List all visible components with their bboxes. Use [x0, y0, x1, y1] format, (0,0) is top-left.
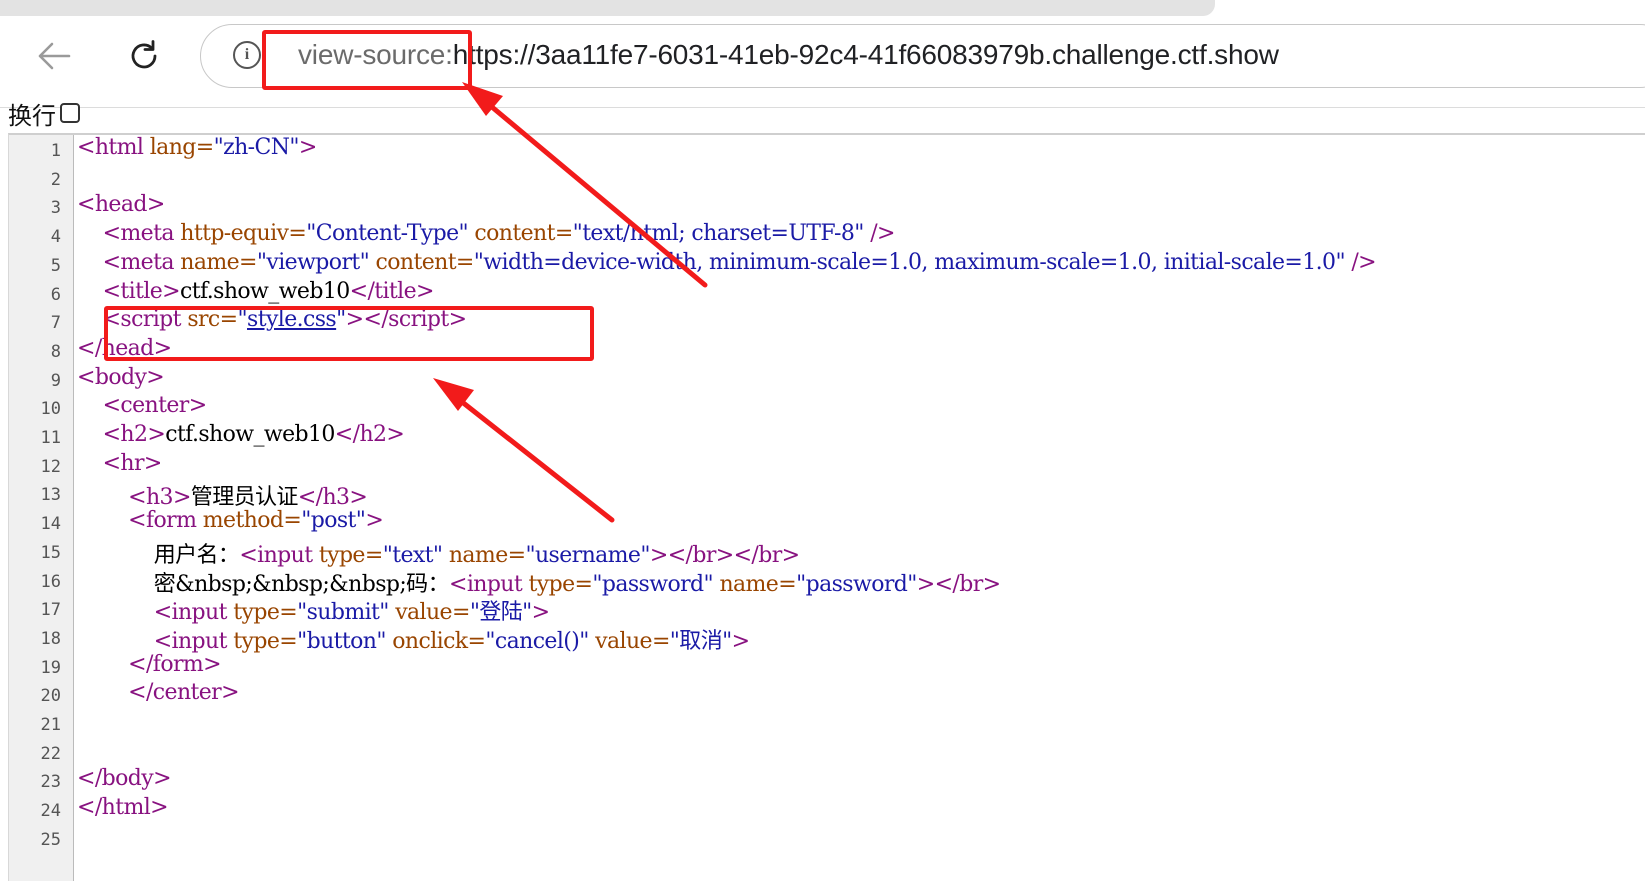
- source-line-content: <input type="button" onclick="cancel()" …: [153, 628, 750, 654]
- source-line-content: 密&nbsp;&nbsp;&nbsp;码：<input type="passwo…: [77, 571, 1001, 597]
- line-number: 24: [40, 801, 61, 822]
- source-line: 20 </center>: [9, 680, 1645, 709]
- source-line: 15 用户名：<input type="text" name="username…: [9, 537, 1645, 568]
- line-number: 11: [40, 428, 61, 448]
- source-line: 16 密&nbsp;&nbsp;&nbsp;码：<input type="pas…: [9, 566, 1645, 597]
- browser-toolbar: i view-source:https://3aa11fe7-6031-41eb…: [0, 20, 1645, 108]
- source-line: 8 </head>: [9, 336, 1645, 365]
- active-tab[interactable]: [0, 0, 1215, 16]
- source-line-content: <body>: [77, 364, 165, 390]
- source-line-content: <input type="submit" value="登陆">: [153, 600, 550, 626]
- source-line: 7 <script src="style.css"></script>: [9, 307, 1645, 336]
- tab-strip: [0, 0, 1645, 20]
- source-view: 1 <html lang="zh-CN"> 2 3 <head> 4 <meta http…: [8, 133, 1645, 881]
- source-line-content: <meta http-equiv="Content-Type" content=…: [102, 221, 896, 247]
- source-line: 23 </body>: [9, 766, 1645, 795]
- source-line-content: 用户名：<input type="text" name="username"><…: [77, 542, 800, 568]
- info-icon[interactable]: i: [233, 41, 261, 69]
- line-number: 12: [40, 456, 61, 477]
- source-line: 21: [9, 709, 1645, 738]
- source-line: 13 <h3>管理员认证</h3>: [9, 479, 1645, 511]
- source-line: 11 <h2>ctf.show_web10</h2>: [9, 422, 1645, 451]
- source-line: 19 </form>: [9, 652, 1645, 681]
- line-number: 3: [50, 198, 61, 219]
- line-number: 23: [40, 772, 61, 793]
- source-link[interactable]: style.css: [247, 307, 337, 332]
- source-line-content: <meta name="viewport" content="width=dev…: [102, 249, 1377, 275]
- source-line-content: </html>: [77, 795, 169, 821]
- url-text[interactable]: view-source:https://3aa11fe7-6031-41eb-9…: [298, 39, 1279, 71]
- source-line-content: </center>: [128, 680, 239, 706]
- line-number: 13: [40, 485, 61, 506]
- source-line-content: </body>: [77, 766, 172, 792]
- source-line-content: <center>: [102, 393, 208, 419]
- line-number: 17: [40, 600, 61, 621]
- line-number: 15: [40, 542, 61, 563]
- line-number: 14: [40, 514, 61, 535]
- source-line: 6 <title>ctf.show_web10</title>: [9, 279, 1645, 308]
- source-line: 14 <form method="post">: [9, 508, 1645, 537]
- line-number: 22: [40, 743, 61, 764]
- line-number: 2: [50, 169, 61, 190]
- url-scheme: view-source:: [298, 39, 453, 70]
- source-line: 24 </html>: [9, 795, 1645, 824]
- line-number: 20: [40, 686, 61, 707]
- toolbar-divider: [0, 107, 1645, 108]
- source-line-content: <html lang="zh-CN">: [77, 135, 317, 160]
- line-number: 5: [50, 255, 61, 276]
- source-line-content: <form method="post">: [128, 508, 384, 534]
- source-line: 4 <meta http-equiv="Content-Type" conten…: [9, 221, 1645, 250]
- source-line: 17 <input type="submit" value="登陆">: [9, 594, 1645, 626]
- source-line: 18 <input type="button" onclick="cancel(…: [9, 623, 1645, 654]
- source-line: 10 <center>: [9, 393, 1645, 422]
- source-line: 25: [9, 824, 1645, 853]
- source-line: 22: [9, 738, 1645, 767]
- line-number: 6: [50, 284, 61, 305]
- line-number: 21: [40, 715, 61, 735]
- source-line: 5 <meta name="viewport" content="width=d…: [9, 250, 1645, 279]
- source-line-content: <title>ctf.show_web10</title>: [102, 278, 435, 304]
- source-line-content: </form>: [128, 651, 222, 677]
- line-number: 19: [40, 657, 61, 678]
- source-line: 1 <html lang="zh-CN">: [9, 135, 1645, 164]
- line-number: 16: [40, 571, 61, 592]
- source-line-content: <h3>管理员认证</h3>: [128, 485, 368, 511]
- source-line: 12 <hr>: [9, 451, 1645, 480]
- source-line-content: <hr>: [102, 450, 163, 476]
- address-bar[interactable]: i view-source:https://3aa11fe7-6031-41eb…: [200, 24, 1645, 88]
- source-line-content: <script src="style.css"></script>: [102, 307, 468, 333]
- reload-icon: [131, 40, 157, 69]
- url-address: https://3aa11fe7-6031-41eb-92c4-41f66083…: [452, 39, 1279, 70]
- line-number: 10: [40, 399, 61, 420]
- back-button[interactable]: [30, 32, 78, 80]
- line-wrap-checkbox[interactable]: [60, 103, 80, 123]
- line-number: 9: [50, 370, 61, 391]
- back-arrow-icon: [38, 42, 71, 70]
- line-number: 7: [50, 313, 61, 334]
- reload-button[interactable]: [120, 32, 168, 80]
- source-line-content: <h2>ctf.show_web10</h2>: [102, 422, 405, 447]
- line-number: 18: [40, 628, 61, 649]
- line-number: 25: [40, 829, 61, 850]
- source-line: 3 <head>: [9, 192, 1645, 221]
- line-number: 8: [50, 341, 61, 362]
- source-line: 2: [9, 164, 1645, 193]
- source-line-content: </head>: [77, 335, 172, 361]
- line-number: 1: [50, 141, 61, 161]
- line-wrap-label: 换行: [8, 101, 56, 130]
- line-number: 4: [50, 227, 61, 248]
- source-line-content: <head>: [77, 192, 165, 218]
- source-line: 9 <body>: [9, 365, 1645, 394]
- line-wrap-control: 换行: [8, 98, 80, 130]
